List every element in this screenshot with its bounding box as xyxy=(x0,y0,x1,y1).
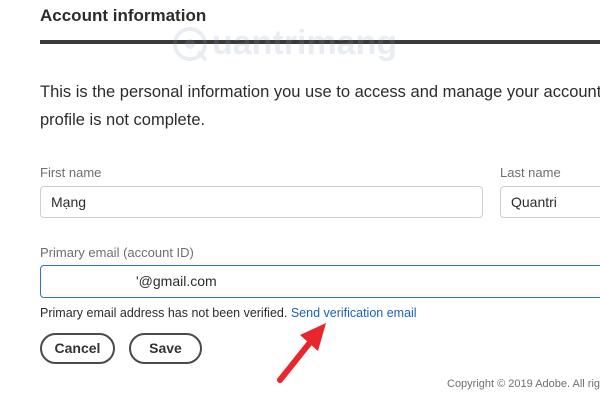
save-button[interactable]: Save xyxy=(129,333,202,364)
title-divider xyxy=(40,40,600,44)
first-name-input[interactable]: Mạng xyxy=(40,186,483,218)
first-name-label: First name xyxy=(40,165,102,180)
last-name-input[interactable]: Quantri xyxy=(500,186,600,218)
last-name-label: Last name xyxy=(500,165,561,180)
section-description: This is the personal information you use… xyxy=(40,78,600,134)
copyright-text: Copyright © 2019 Adobe. All rig xyxy=(447,378,600,390)
red-arrow-icon xyxy=(277,323,326,383)
verification-notice-text: Primary email address has not been verif… xyxy=(40,306,288,320)
description-line-2: profile is not complete. xyxy=(40,111,206,129)
watermark: uantrimang xyxy=(172,22,402,70)
quantrimang-logo-icon xyxy=(173,27,208,62)
email-label: Primary email (account ID) xyxy=(40,245,194,260)
verification-notice: Primary email address has not been verif… xyxy=(40,306,417,320)
description-line-1: This is the personal information you use… xyxy=(40,83,600,101)
cancel-button[interactable]: Cancel xyxy=(40,333,115,364)
email-input[interactable]: '@gmail.com xyxy=(40,265,600,298)
section-title: Account information xyxy=(40,6,207,25)
account-info-page: Account information uantrimang This is t… xyxy=(0,0,600,405)
